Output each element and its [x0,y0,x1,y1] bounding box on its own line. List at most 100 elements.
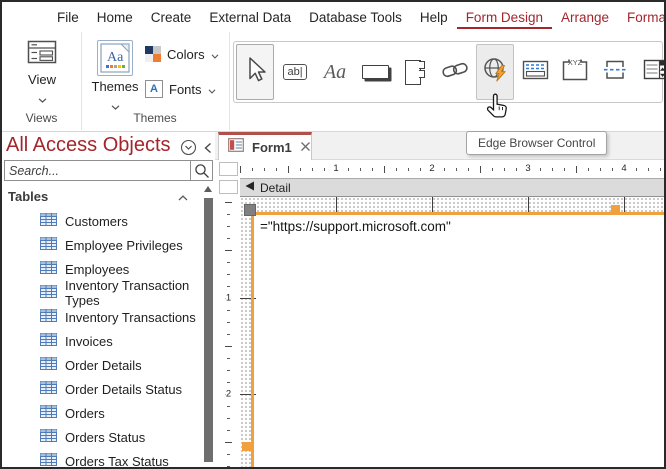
access-window: File Home Create External Data Database … [0,0,666,469]
scroll-up-icon[interactable] [204,186,212,192]
table-item[interactable]: Orders [2,401,202,425]
grid-band [240,197,664,212]
select-tool[interactable] [236,44,274,100]
table-item[interactable]: Inventory Transaction Types [2,278,202,308]
menu-tab-home[interactable]: Home [88,6,142,29]
table-item[interactable]: Employee Privileges [2,233,202,257]
chevron-up-icon [178,189,188,204]
xyz-group-tool[interactable]: XYZ [556,44,594,100]
scrollbar-thumb[interactable] [204,198,213,462]
themes-button-label: Themes [91,79,139,94]
search-box [4,160,213,181]
table-icon [40,453,57,467]
menu-tab-format[interactable]: Format [618,6,664,29]
text-box-tool[interactable]: ab| [276,44,314,100]
ruler-number: 1 [330,163,342,174]
themes-group-label: Themes [133,111,177,125]
section-selector-box[interactable] [219,180,238,194]
page-break-tool[interactable] [596,44,634,100]
table-item-label: Order Details [65,357,142,373]
resize-handle-left[interactable] [242,442,251,451]
view-button[interactable]: View [20,40,64,108]
table-item-label: Customers [65,213,128,229]
detail-section-bar[interactable]: Detail [240,178,664,197]
table-item[interactable]: Order Details Status [2,377,202,401]
table-item-label: Invoices [65,333,113,349]
browser-control-source-expression[interactable]: ="https://support.microsoft.com" [260,219,451,234]
table-item[interactable]: Invoices [2,329,202,353]
menu-tab-form-design[interactable]: Form Design [456,6,552,29]
menu-tab-create[interactable]: Create [142,6,201,29]
tooltip-text: Edge Browser Control [478,136,596,150]
ribbon-tab-bar: File Home Create External Data Database … [2,2,664,32]
svg-text:XYZ: XYZ [568,58,583,67]
table-icon [40,429,57,445]
search-input[interactable] [5,161,190,180]
horizontal-ruler[interactable]: 1 2 3 4 [240,160,664,178]
combo-box-icon [642,58,664,86]
table-item-label: Inventory Transaction Types [65,278,190,308]
ruler-number: 2 [224,386,233,402]
button-icon [361,65,389,79]
selection-border-left[interactable] [251,212,254,467]
navigation-pane-title: All Access Objects [6,134,171,156]
hyperlink-icon [441,60,469,85]
menu-tab-help[interactable]: Help [411,6,457,29]
label-tool[interactable]: Aa [316,44,354,100]
view-button-label: View [28,72,56,87]
navigation-control-tool[interactable] [516,44,554,100]
button-tool[interactable] [356,44,394,100]
ruler-origin-box [219,162,238,176]
fonts-icon: A [145,80,163,98]
menu-tab-database-tools[interactable]: Database Tools [300,6,411,29]
tables-list: Customers Employee Privileges Employees … [2,209,202,467]
table-icon [40,357,57,373]
page-break-icon [603,58,627,86]
form-icon [228,138,244,157]
vertical-ruler[interactable]: 1 2 [219,197,238,467]
combo-box-tool[interactable] [636,44,664,100]
ruler-number: 3 [522,163,534,174]
table-icon [40,405,57,421]
table-item[interactable]: Orders Tax Status [2,449,202,467]
menu-tab-external-data[interactable]: External Data [200,6,300,29]
ruler-number: 1 [224,290,233,306]
fonts-button[interactable]: A Fonts [145,80,216,98]
navigation-pane: All Access Objects Tables Customers Empl… [2,132,215,467]
form-view-icon [27,40,57,69]
nav-pane-menu-icon[interactable] [180,139,197,161]
tab-form1[interactable]: Form1 [218,132,312,160]
selection-border-top[interactable] [251,212,664,215]
menu-tab-arrange[interactable]: Arrange [552,6,618,29]
text-box-icon: ab| [283,64,307,80]
menu-tab-file[interactable]: File [48,6,88,29]
search-icon[interactable] [190,161,212,180]
chevron-down-icon [208,82,216,97]
select-arrow-icon [244,56,266,88]
fonts-button-label: Fonts [169,81,202,97]
table-item-label: Orders [65,405,105,421]
sidebar-scrollbar[interactable] [203,184,214,465]
colors-button[interactable]: Colors [145,46,219,62]
hyperlink-tool[interactable] [436,44,474,100]
tables-section-header[interactable]: Tables [8,186,200,206]
move-handle[interactable] [244,204,256,216]
edge-browser-globe-icon [482,56,509,88]
table-item[interactable]: Orders Status [2,425,202,449]
shutter-close-icon[interactable] [204,141,212,159]
table-item-label: Orders Status [65,429,146,445]
themes-icon: Aa [97,40,133,76]
colors-button-label: Colors [167,46,205,62]
table-item-label: Inventory Transactions [65,309,196,325]
design-canvas[interactable]: ="https://support.microsoft.com" [240,197,664,467]
chevron-down-icon [38,90,47,108]
table-item[interactable]: Inventory Transactions [2,305,202,329]
tab-control-tool[interactable] [396,44,434,100]
themes-button[interactable]: Aa Themes [87,40,143,115]
resize-handle-top[interactable] [611,205,620,213]
close-icon[interactable] [300,139,311,157]
table-item[interactable]: Order Details [2,353,202,377]
chevron-down-icon [211,47,219,62]
ribbon-group-views: View Views [2,32,82,130]
table-item[interactable]: Customers [2,209,202,233]
